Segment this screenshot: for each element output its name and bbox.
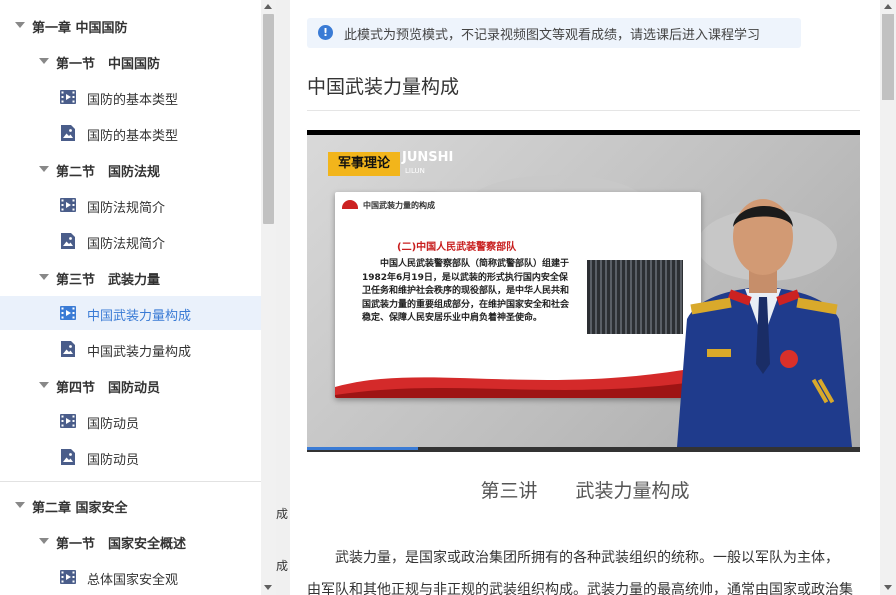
sidebar-lesson-item[interactable]: 国防动员 xyxy=(0,404,261,438)
brand-badge: 军事理论 xyxy=(328,152,400,176)
caret-down-icon[interactable] xyxy=(39,382,49,388)
caret-down-icon[interactable] xyxy=(39,274,49,280)
video-progress-fill xyxy=(307,447,418,450)
sidebar-divider xyxy=(0,481,261,482)
sidebar-item-label: 第三节 武装力量 xyxy=(56,273,161,288)
sidebar-lesson-item[interactable]: 国防法规简介 xyxy=(0,224,261,258)
clipped-char: 成 xyxy=(276,559,289,573)
sidebar-item-label: 中国武装力量构成 xyxy=(87,309,192,324)
slide-body: 中国人民武装警察部队（简称武警部队）组建于1982年6月19日，是以武装的形式执… xyxy=(362,259,570,323)
sidebar-item-label: 第一节 中国国防 xyxy=(56,57,161,72)
caret-down-icon[interactable] xyxy=(39,538,49,544)
image-document-icon xyxy=(61,233,75,249)
video-progress-bar[interactable] xyxy=(307,447,860,452)
sidebar-item-label: 国防动员 xyxy=(87,417,140,432)
slide-subtitle: (二)中国人民武装警察部队 xyxy=(397,242,517,253)
title-divider xyxy=(307,110,860,111)
caret-down-icon[interactable] xyxy=(39,58,49,64)
sidebar-scroll-up-icon[interactable] xyxy=(264,4,272,9)
sidebar-item-label: 国防的基本类型 xyxy=(87,129,179,144)
preview-mode-notice: ! 此模式为预览模式，不记录视频图文等观看成绩，请选课后进入课程学习 xyxy=(307,18,801,48)
lesson-content: ! 此模式为预览模式，不记录视频图文等观看成绩，请选课后进入课程学习 中国武装力… xyxy=(290,0,880,595)
video-lesson-icon xyxy=(60,198,76,212)
sidebar-lesson-item[interactable]: 总体国家安全观 xyxy=(0,560,261,594)
main-scroll-up-icon[interactable] xyxy=(884,4,892,9)
presenter-figure xyxy=(677,199,852,447)
sidebar-item-label: 第一章 中国国防 xyxy=(32,21,128,36)
sidebar-lesson-item[interactable]: 中国武装力量构成 xyxy=(0,332,261,366)
sidebar-item-label: 第四节 国防动员 xyxy=(56,381,161,396)
sidebar-lesson-item[interactable]: 国防的基本类型 xyxy=(0,80,261,114)
caret-down-icon[interactable] xyxy=(39,166,49,172)
sidebar-lesson-item[interactable]: 国防的基本类型 xyxy=(0,116,261,150)
sidebar-item-label: 国防的基本类型 xyxy=(87,93,179,108)
sidebar-section[interactable]: 第一节 国家安全概述 xyxy=(0,524,261,558)
caret-down-icon[interactable] xyxy=(15,22,25,28)
sidebar-item-label: 第二章 国家安全 xyxy=(32,501,128,516)
sidebar-item-label: 国防法规简介 xyxy=(87,237,166,252)
sidebar-item-label: 国防动员 xyxy=(87,453,140,468)
sidebar-chapter[interactable]: 第一章 中国国防 xyxy=(0,8,261,42)
info-icon: ! xyxy=(318,25,333,40)
sidebar-chapter[interactable]: 第二章 国家安全 xyxy=(0,488,261,522)
party-emblem-icon xyxy=(342,200,358,209)
sidebar-item-label: 第一节 国家安全概述 xyxy=(56,537,187,552)
video-lesson-icon xyxy=(60,306,76,320)
video-player[interactable]: 军事理论 JUNSHI LILUN 中国武装力量的构成 (二)中国人民武装警察部… xyxy=(307,130,860,452)
video-lesson-icon xyxy=(60,414,76,428)
course-outline-sidebar: 第一章 中国国防第一节 中国国防国防的基本类型 国防的基本类型第二节 国防法规国防… xyxy=(0,0,261,595)
sidebar-lesson-item[interactable]: 国防法规简介 xyxy=(0,188,261,222)
notice-text: 此模式为预览模式，不记录视频图文等观看成绩，请选课后进入课程学习 xyxy=(344,28,761,43)
video-lesson-icon xyxy=(60,570,76,584)
clipped-char: 成 xyxy=(276,507,289,521)
page-title: 中国武装力量构成 xyxy=(307,76,460,98)
video-frame[interactable]: 军事理论 JUNSHI LILUN 中国武装力量的构成 (二)中国人民武装警察部… xyxy=(307,135,860,447)
sidebar-item-label: 第二节 国防法规 xyxy=(56,165,161,180)
sidebar-lesson-item[interactable]: 国防动员 xyxy=(0,440,261,474)
slide-header: 中国武装力量的构成 xyxy=(363,201,435,210)
slide-red-wave xyxy=(335,367,701,398)
main-scrollbar-thumb[interactable] xyxy=(882,14,894,100)
sidebar-item-label: 总体国家安全观 xyxy=(87,573,179,588)
sidebar-item-label: 国防法规简介 xyxy=(87,201,166,216)
sidebar-section[interactable]: 第三节 武装力量 xyxy=(0,260,261,294)
sidebar-item-label: 中国武装力量构成 xyxy=(87,345,192,360)
image-document-icon xyxy=(61,449,75,465)
sidebar-section[interactable]: 第二节 国防法规 xyxy=(0,152,261,186)
video-lesson-icon xyxy=(60,90,76,104)
sidebar-scrollbar-thumb[interactable] xyxy=(263,14,274,224)
brand-pinyin-sub: LILUN xyxy=(405,167,425,175)
lecture-slide: 中国武装力量的构成 (二)中国人民武装警察部队 中国人民武装警察部队（简称武警部… xyxy=(335,192,701,398)
main-scroll-down-icon[interactable] xyxy=(884,585,892,590)
sidebar-section[interactable]: 第一节 中国国防 xyxy=(0,44,261,78)
paragraph-line: 由军队和其他正规与非正规的武装组织构成。武装力量的最高统帅，通常由国家或政治集 xyxy=(307,582,853,595)
image-document-icon xyxy=(61,341,75,357)
sidebar-section[interactable]: 第四节 国防动员 xyxy=(0,368,261,402)
sidebar-lesson-item[interactable]: 中国武装力量构成 xyxy=(0,296,261,330)
sidebar-scroll-down-icon[interactable] xyxy=(264,585,272,590)
lecture-title: 第三讲 武装力量构成 xyxy=(480,480,690,502)
brand-pinyin: JUNSHI xyxy=(402,150,454,165)
paragraph-line: 武装力量，是国家或政治集团所拥有的各种武装组织的统称。一般以军队为主体， xyxy=(307,550,839,566)
clipped-content-strip: 成 成 xyxy=(276,0,290,595)
caret-down-icon[interactable] xyxy=(15,502,25,508)
image-document-icon xyxy=(61,125,75,141)
